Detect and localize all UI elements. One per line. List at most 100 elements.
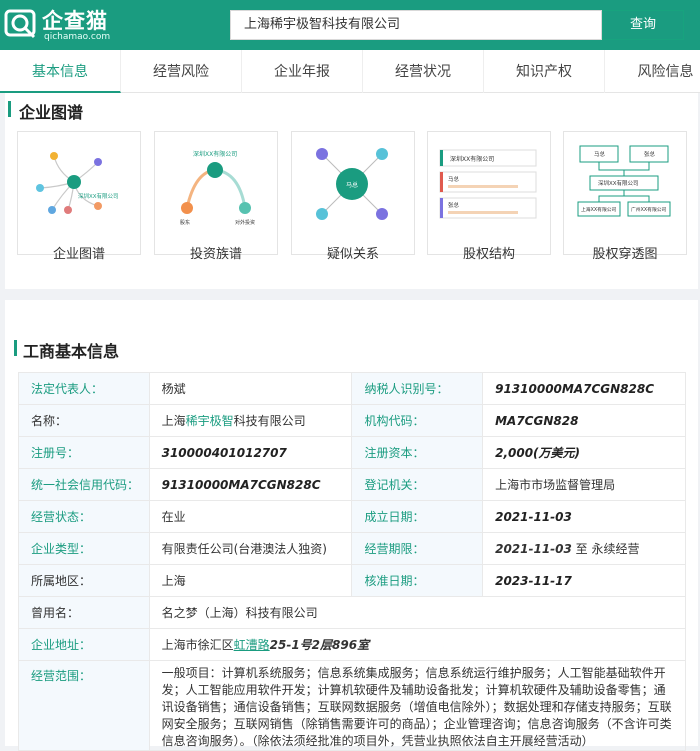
credit-code-value: 91310000MA7CGN828C: [148, 468, 353, 501]
term-value: 2021-11-03 至 永续经营: [482, 532, 686, 565]
tab-operation-status[interactable]: 经营状况: [363, 50, 484, 93]
name-value: 上海稀宇极智科技有限公司: [148, 404, 353, 437]
tab-bar: 基本信息 经营风险 企业年报 经营状况 知识产权 风险信息: [0, 50, 700, 93]
business-info-table: 法定代表人： 杨斌 纳税人识别号： 91310000MA7CGN828C 名称：…: [18, 372, 687, 751]
authority-value: 上海市市场监督管理局: [482, 468, 686, 501]
logo[interactable]: 企查猫 qichamao.com: [4, 5, 124, 45]
section-marker: [8, 101, 11, 117]
name-part: 上海: [161, 414, 186, 428]
type-key: 企业类型：: [18, 532, 150, 565]
business-info-card: 工商基本信息 法定代表人： 杨斌 纳税人识别号： 91310000MA7CGN8…: [5, 300, 698, 751]
address-part: 25-1号2层896室: [269, 638, 370, 652]
graph-label-enterprise[interactable]: 企业图谱: [17, 243, 141, 262]
tab-basic-info[interactable]: 基本信息: [0, 50, 121, 93]
brand-domain: qichamao.com: [44, 32, 111, 42]
search-button[interactable]: 查询: [602, 10, 684, 40]
graph-node-label: 深圳XX有限公司: [193, 150, 237, 158]
taxid-value: 91310000MA7CGN828C: [482, 372, 686, 405]
regno-value: 310000401012707: [148, 436, 353, 469]
address-value: 上海市徐汇区虹漕路25-1号2层896室: [148, 628, 687, 661]
capital-value: 2,000(万美元): [482, 436, 686, 469]
graph-node-label: 深圳XX有限公司: [78, 192, 119, 200]
equity-structure-icon: 深圳XX有限公司 马总 张总: [439, 149, 537, 219]
graph-label-suspected[interactable]: 疑似关系: [291, 243, 415, 262]
founded-key: 成立日期：: [351, 500, 484, 533]
section-marker: [14, 340, 17, 356]
graph-label-penetration[interactable]: 股权穿透图: [563, 243, 687, 262]
graph-node-label: 广州XX有限公司: [631, 206, 667, 213]
table-row: 统一社会信用代码： 91310000MA7CGN828C 登记机关： 上海市市场…: [18, 468, 686, 501]
orgcode-value: MA7CGN828: [482, 404, 686, 437]
name-key: 名称：: [18, 404, 150, 437]
brand-name: 企查猫: [42, 9, 108, 33]
orgcode-key: 机构代码：: [351, 404, 484, 437]
graph-node-label: 马总: [594, 150, 606, 158]
term-key: 经营期限：: [351, 532, 484, 565]
name-part: 科技有限公司: [233, 414, 306, 428]
enterprise-graph-card: 企业图谱 深圳XX有限公司 企业图谱 深圳XX有限公司 股东 对外投资 投资族谱: [5, 93, 698, 289]
enterprise-graph-icon: 深圳XX有限公司: [36, 152, 119, 214]
graph-thumb-equity[interactable]: 深圳XX有限公司 马总 张总: [427, 131, 551, 255]
founded-value: 2021-11-03: [482, 500, 686, 533]
approve-key: 核准日期：: [351, 564, 484, 597]
graph-node-label: 深圳XX有限公司: [598, 179, 639, 187]
table-row: 经营范围： 一般项目：计算机系统服务；信息系统集成服务；信息系统运行维护服务；人…: [18, 660, 687, 751]
graph-thumb-enterprise[interactable]: 深圳XX有限公司: [17, 131, 141, 255]
address-road-link[interactable]: 虹漕路: [234, 638, 270, 652]
name-highlight-link[interactable]: 稀宇极智: [186, 414, 234, 428]
logo-icon: [4, 9, 36, 39]
table-row: 注册号： 310000401012707 注册资本： 2,000(万美元): [18, 436, 686, 469]
address-key: 企业地址：: [18, 628, 150, 661]
scope-key: 经营范围：: [18, 660, 150, 751]
status-key: 经营状态：: [18, 500, 150, 533]
table-row: 企业类型： 有限责任公司(台港澳法人独资) 经营期限： 2021-11-03 至…: [18, 532, 686, 565]
business-info-title: 工商基本信息: [23, 342, 120, 361]
tab-risk-info[interactable]: 风险信息: [605, 50, 700, 93]
investment-family-icon: 深圳XX有限公司 股东 对外投资: [180, 150, 255, 226]
graph-node-label: 上海XX有限公司: [581, 206, 617, 213]
capital-key: 注册资本：: [351, 436, 484, 469]
taxid-key: 纳税人识别号：: [351, 372, 484, 405]
suspected-relation-icon: 马总: [316, 148, 388, 220]
equity-penetration-icon: 马总 张总 深圳XX有限公司 上海XX有限公司 广州XX有限公司: [577, 145, 671, 217]
authority-key: 登记机关：: [351, 468, 484, 501]
graph-node-label: 马总: [448, 175, 460, 183]
graph-node-label: 张总: [644, 150, 656, 158]
graph-node-label: 股东: [180, 219, 190, 226]
graph-label-investment[interactable]: 投资族谱: [154, 243, 278, 262]
tab-ip[interactable]: 知识产权: [484, 50, 605, 93]
table-row: 名称： 上海稀宇极智科技有限公司 机构代码： MA7CGN828: [18, 404, 686, 437]
status-value: 在业: [148, 500, 353, 533]
former-name-value: 名之梦（上海）科技有限公司: [148, 596, 687, 629]
legal-rep-link[interactable]: 杨斌: [148, 372, 353, 405]
table-row: 经营状态： 在业 成立日期： 2021-11-03: [18, 500, 686, 533]
table-row: 法定代表人： 杨斌 纳税人识别号： 91310000MA7CGN828C: [18, 372, 686, 405]
former-name-key: 曾用名：: [18, 596, 150, 629]
table-row: 曾用名： 名之梦（上海）科技有限公司: [18, 596, 687, 629]
term-start: 2021-11-03: [495, 542, 572, 556]
graph-node-label: 深圳XX有限公司: [450, 155, 494, 163]
region-link[interactable]: 上海: [148, 564, 353, 597]
tab-business-risk[interactable]: 经营风险: [121, 50, 242, 93]
term-end: 至 永续经营: [571, 542, 640, 556]
top-bar: 企查猫 qichamao.com 上海稀宇极智科技有限公司 查询: [0, 0, 700, 50]
legal-rep-key: 法定代表人：: [18, 372, 150, 405]
table-row: 企业地址： 上海市徐汇区虹漕路25-1号2层896室: [18, 628, 687, 661]
regno-key: 注册号：: [18, 436, 150, 469]
graph-node-label: 张总: [448, 201, 460, 209]
approve-value: 2023-11-17: [482, 564, 686, 597]
graph-section-title: 企业图谱: [19, 103, 84, 122]
search-input[interactable]: 上海稀宇极智科技有限公司: [230, 10, 602, 40]
graph-thumb-investment[interactable]: 深圳XX有限公司 股东 对外投资: [154, 131, 278, 255]
graph-node-label: 马总: [346, 181, 358, 189]
credit-code-key: 统一社会信用代码：: [18, 468, 150, 501]
scope-value: 一般项目：计算机系统服务；信息系统集成服务；信息系统运行维护服务；人工智能基础软…: [148, 660, 687, 751]
type-value: 有限责任公司(台港澳法人独资): [148, 532, 353, 565]
tab-annual-report[interactable]: 企业年报: [242, 50, 363, 93]
graph-thumb-suspected[interactable]: 马总: [291, 131, 415, 255]
graph-label-equity[interactable]: 股权结构: [427, 243, 551, 262]
graph-thumb-penetration[interactable]: 马总 张总 深圳XX有限公司 上海XX有限公司 广州XX有限公司: [563, 131, 687, 255]
table-row: 所属地区： 上海 核准日期： 2023-11-17: [18, 564, 686, 597]
graph-node-label: 对外投资: [235, 219, 255, 226]
region-key: 所属地区：: [18, 564, 150, 597]
